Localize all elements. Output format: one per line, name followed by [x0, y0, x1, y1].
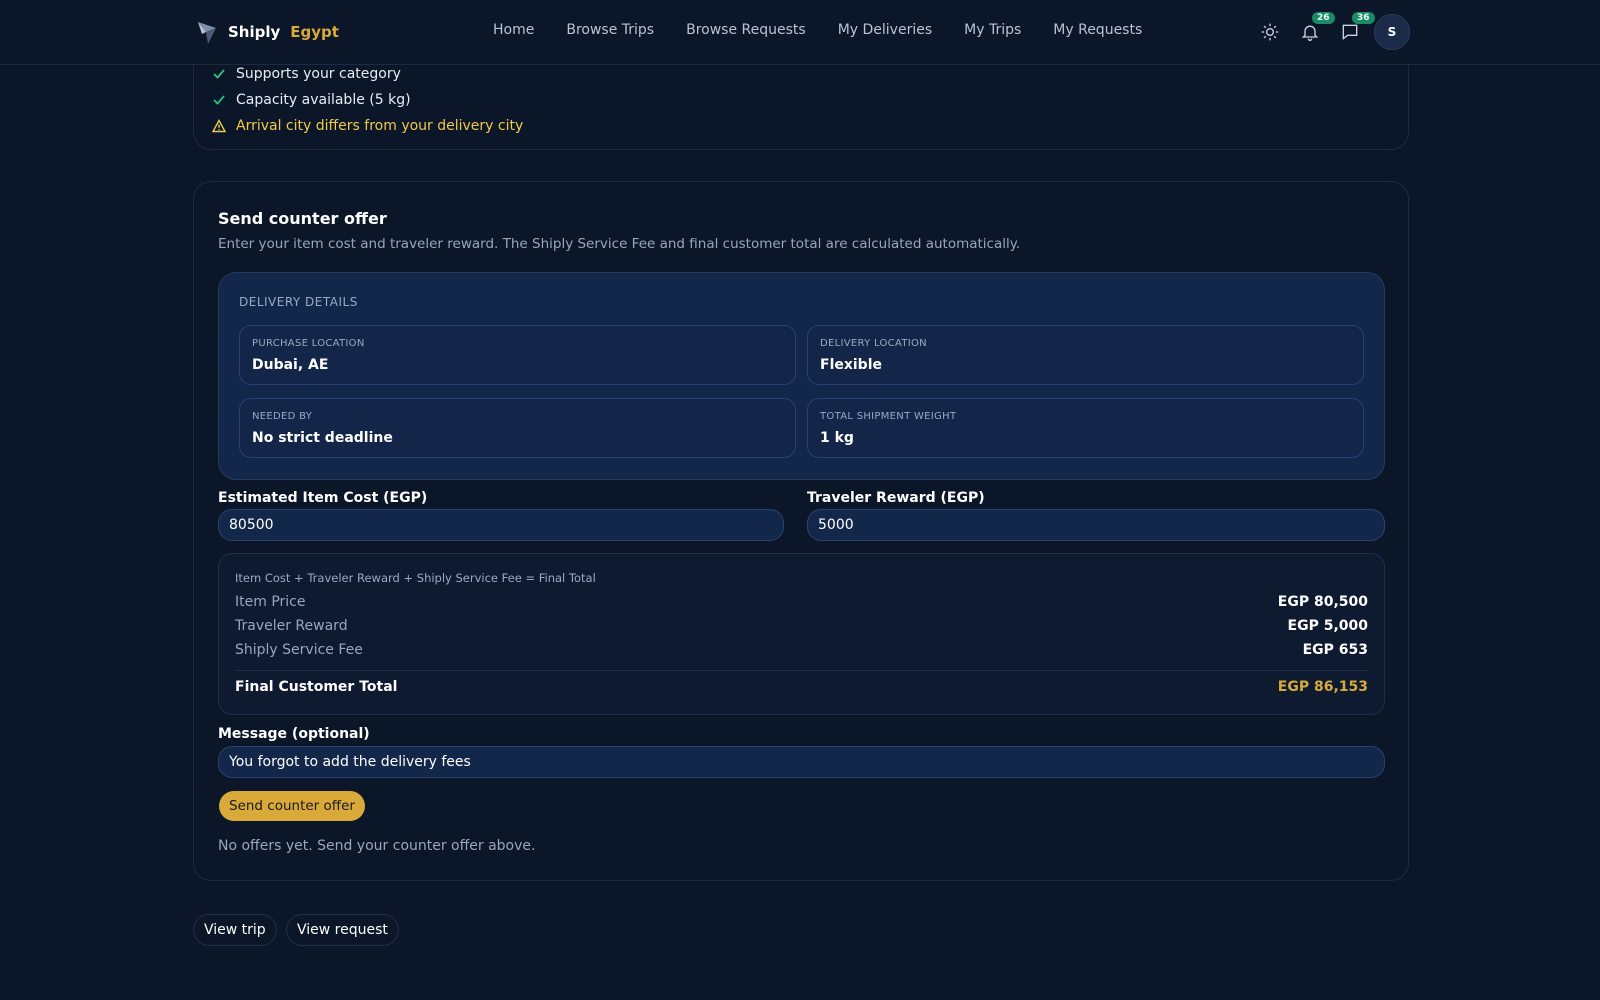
total-weight-label: TOTAL SHIPMENT WEIGHT — [820, 411, 957, 422]
traveler-reward-label: Traveler Reward (EGP) — [807, 490, 985, 506]
check-text: Capacity available (5 kg) — [236, 92, 411, 108]
nav-browse-requests[interactable]: Browse Requests — [686, 22, 806, 38]
notifications-button[interactable]: 26 — [1292, 12, 1335, 50]
check-icon — [213, 95, 225, 105]
item-price-value: EGP 80,500 — [1277, 594, 1368, 610]
no-offers-text: No offers yet. Send your counter offer a… — [218, 838, 536, 854]
total-weight-box: TOTAL SHIPMENT WEIGHT 1 kg — [807, 398, 1364, 458]
header-actions: 26 36 S — [1248, 12, 1410, 50]
nav-my-requests[interactable]: My Requests — [1053, 22, 1142, 38]
warning-triangle-icon — [212, 119, 226, 133]
main-nav: Home Browse Trips Browse Requests My Del… — [493, 22, 1174, 38]
item-cost-label: Estimated Item Cost (EGP) — [218, 490, 428, 506]
needed-by-box: NEEDED BY No strict deadline — [239, 398, 796, 458]
final-total-label: Final Customer Total — [235, 679, 398, 695]
delivery-location-label: DELIVERY LOCATION — [820, 338, 927, 349]
summary-divider — [235, 670, 1368, 671]
summary-row-total: Final Customer Total EGP 86,153 — [235, 679, 1368, 695]
check-text: Supports your category — [236, 66, 401, 82]
purchase-location-box: PURCHASE LOCATION Dubai, AE — [239, 325, 796, 385]
summary-row-service-fee: Shiply Service Fee EGP 653 — [235, 642, 1368, 658]
delivery-location-value: Flexible — [820, 357, 883, 373]
price-summary: Item Cost + Traveler Reward + Shiply Ser… — [218, 553, 1385, 715]
item-cost-input[interactable]: 80500 — [218, 509, 784, 541]
summary-row-traveler-reward: Traveler Reward EGP 5,000 — [235, 618, 1368, 634]
nav-my-trips[interactable]: My Trips — [964, 22, 1021, 38]
service-fee-value: EGP 653 — [1302, 642, 1368, 658]
total-weight-value: 1 kg — [820, 430, 854, 446]
theme-toggle-button[interactable] — [1252, 14, 1288, 50]
check-item: Capacity available (5 kg) — [212, 92, 411, 108]
summary-traveler-reward-label: Traveler Reward — [235, 618, 348, 634]
service-fee-label: Shiply Service Fee — [235, 642, 363, 658]
summary-traveler-reward-value: EGP 5,000 — [1287, 618, 1368, 634]
sun-icon — [1261, 23, 1279, 41]
warning-item: Arrival city differs from your delivery … — [212, 118, 523, 134]
price-formula: Item Cost + Traveler Reward + Shiply Ser… — [235, 571, 596, 585]
counter-offer-title: Send counter offer — [218, 209, 387, 228]
purchase-location-label: PURCHASE LOCATION — [252, 338, 365, 349]
warning-text: Arrival city differs from your delivery … — [236, 118, 524, 134]
view-trip-button[interactable]: View trip — [193, 914, 277, 946]
needed-by-label: NEEDED BY — [252, 411, 313, 422]
delivery-location-box: DELIVERY LOCATION Flexible — [807, 325, 1364, 385]
top-navbar: Shiply Egypt Home Browse Trips Browse Re… — [0, 0, 1600, 65]
brand-name: Shiply — [228, 23, 281, 41]
nav-home[interactable]: Home — [493, 22, 534, 38]
messages-badge: 36 — [1352, 12, 1375, 24]
nav-my-deliveries[interactable]: My Deliveries — [838, 22, 932, 38]
view-request-button[interactable]: View request — [286, 914, 399, 946]
send-counter-offer-button[interactable]: Send counter offer — [219, 791, 365, 821]
delivery-details-panel: DELIVERY DETAILS PURCHASE LOCATION Dubai… — [218, 272, 1385, 480]
item-price-label: Item Price — [235, 594, 306, 610]
message-input[interactable]: You forgot to add the delivery fees — [218, 746, 1385, 778]
message-label: Message (optional) — [218, 726, 370, 742]
counter-offer-card: Send counter offer Enter your item cost … — [193, 181, 1409, 881]
messages-button[interactable]: 36 — [1332, 12, 1375, 50]
purchase-location-value: Dubai, AE — [252, 357, 329, 373]
user-avatar[interactable]: S — [1374, 14, 1410, 50]
traveler-reward-input[interactable]: 5000 — [807, 509, 1385, 541]
final-total-value: EGP 86,153 — [1277, 679, 1368, 695]
brand-logo-link[interactable]: Shiply Egypt — [196, 18, 339, 46]
plane-logo-icon — [198, 22, 216, 44]
check-item: Supports your category — [212, 66, 401, 82]
brand-region: Egypt — [290, 23, 339, 41]
nav-browse-trips[interactable]: Browse Trips — [566, 22, 654, 38]
needed-by-value: No strict deadline — [252, 430, 393, 446]
check-icon — [213, 69, 225, 79]
bell-icon — [1301, 25, 1319, 41]
summary-row-item-price: Item Price EGP 80,500 — [235, 594, 1368, 610]
delivery-details-heading: DELIVERY DETAILS — [239, 295, 358, 309]
chat-icon — [1342, 24, 1358, 41]
counter-offer-subtitle: Enter your item cost and traveler reward… — [218, 236, 1021, 252]
